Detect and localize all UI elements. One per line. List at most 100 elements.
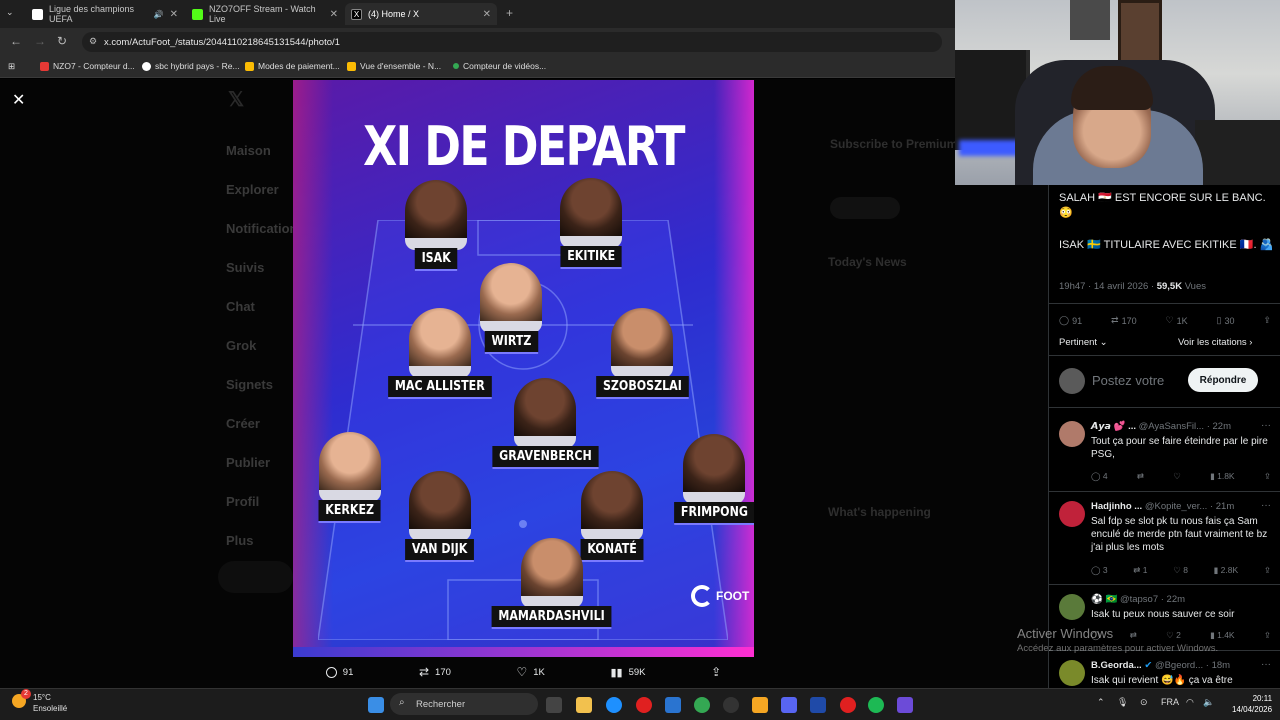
views-stat[interactable]: ▮ 1.8K bbox=[1210, 471, 1235, 482]
reply-icon: ◯ bbox=[1059, 315, 1070, 325]
volume-icon[interactable]: 🔈 bbox=[1203, 697, 1214, 708]
repost-action[interactable]: ⇄ 170 bbox=[419, 665, 451, 679]
view-count: 1.4K bbox=[1217, 630, 1235, 640]
audio-icon[interactable]: 🔊 bbox=[154, 10, 164, 19]
tab-ligue-champions[interactable]: Ligue des champions UEFA 🔊 ✕ bbox=[26, 3, 184, 25]
forward-icon[interactable]: → bbox=[34, 34, 46, 48]
reply-count: 4 bbox=[1102, 471, 1108, 481]
repost-stat[interactable]: ⇄ bbox=[1130, 630, 1137, 641]
post-detail-panel: SALAH 🇪🇬 EST ENCORE SUR LE BANC. 😳 ISAK … bbox=[1048, 185, 1280, 688]
reply-stat[interactable]: ◯ 3 bbox=[1091, 565, 1108, 576]
close-tab-icon[interactable]: ✕ bbox=[483, 9, 491, 20]
like-stat[interactable]: ♡ 2 bbox=[1166, 630, 1181, 641]
reply-icon bbox=[325, 666, 337, 678]
opera-gx-icon[interactable] bbox=[840, 697, 856, 713]
views-action[interactable]: ▮▮ 59K bbox=[610, 666, 645, 679]
edge-icon[interactable] bbox=[606, 697, 622, 713]
share-action[interactable]: ⇪ bbox=[711, 665, 721, 679]
bookmark-item[interactable]: NZO7 - Compteur d... bbox=[40, 61, 135, 71]
tray-chevron-icon[interactable]: ⌃ bbox=[1097, 697, 1105, 708]
like-stat[interactable]: ♡ bbox=[1173, 471, 1181, 482]
notification-badge: 2 bbox=[21, 689, 31, 699]
apps-icon[interactable]: ⊞ bbox=[8, 61, 15, 72]
microphone-icon[interactable]: 🎙 bbox=[1117, 697, 1128, 708]
sort-dropdown[interactable]: Pertinent ⌄ bbox=[1059, 337, 1108, 348]
reply-button[interactable]: Répondre bbox=[1188, 368, 1258, 392]
player-name: GRAVENBERCH bbox=[492, 446, 599, 469]
bookmark-stat[interactable]: ▯ 30 bbox=[1217, 315, 1235, 326]
wifi-icon[interactable]: ◠ bbox=[1186, 697, 1194, 708]
views-stat[interactable]: ▮ 1.4K bbox=[1210, 630, 1235, 641]
quotes-link[interactable]: Voir les citations › bbox=[1178, 337, 1252, 348]
bookmark-item[interactable]: sbc hybrid pays - Re... bbox=[142, 61, 240, 71]
tab-x-home[interactable]: X (4) Home / X ✕ bbox=[345, 3, 497, 25]
reply-time: · 18m bbox=[1205, 660, 1231, 671]
repost-count: 170 bbox=[1121, 315, 1137, 326]
divider bbox=[1049, 491, 1280, 492]
taskbar-search[interactable]: ⌕ Rechercher bbox=[390, 693, 538, 715]
player-name: FRIMPONG bbox=[674, 502, 754, 525]
reply-stat[interactable]: ◯ 4 bbox=[1091, 471, 1108, 482]
reply-text: Isak qui revient 😅🔥 ça va être bbox=[1091, 675, 1233, 686]
player-van-dijk: VAN DIJK bbox=[399, 471, 480, 562]
bookmark-item[interactable]: Compteur de vidéos... bbox=[453, 61, 546, 71]
lineup-image[interactable]: XI DE DEPART ISAK EKITIKE WIRTZ MAC ALLI… bbox=[293, 80, 754, 657]
tab-list-icon[interactable]: ⌄ bbox=[6, 7, 14, 18]
share-icon[interactable]: ⇪ bbox=[1264, 471, 1271, 482]
avatar bbox=[1059, 660, 1085, 686]
kick-favicon-icon bbox=[192, 8, 203, 20]
like-stat[interactable]: ♡ 8 bbox=[1173, 565, 1188, 576]
repost-stat[interactable]: ⇄ 1 bbox=[1133, 565, 1147, 576]
views-stat[interactable]: ▮ 2.8K bbox=[1214, 565, 1239, 576]
compose-reply-input[interactable]: Postez votre bbox=[1092, 373, 1164, 388]
player-photo bbox=[581, 471, 644, 541]
close-viewer-icon[interactable]: ✕ bbox=[12, 90, 25, 110]
bookmark-label: sbc hybrid pays - Re... bbox=[155, 61, 240, 71]
task-view-icon[interactable] bbox=[546, 697, 562, 713]
bookmark-label: Vue d'ensemble - N... bbox=[360, 61, 442, 71]
repost-stat[interactable]: ⇄ bbox=[1137, 471, 1144, 482]
more-options-icon[interactable]: ··· bbox=[1261, 500, 1271, 511]
windows-start-icon[interactable] bbox=[368, 697, 384, 713]
spotify-icon[interactable] bbox=[868, 697, 884, 713]
store-icon[interactable] bbox=[665, 697, 681, 713]
discord-icon[interactable] bbox=[781, 697, 797, 713]
reply-time: · 22m bbox=[1160, 594, 1186, 605]
app-icon[interactable] bbox=[723, 697, 739, 713]
location-icon[interactable]: ⊙ bbox=[1140, 697, 1148, 708]
bookmark-item[interactable]: Vue d'ensemble - N... bbox=[347, 61, 441, 71]
bookmark-item[interactable]: Modes de paiement... bbox=[245, 61, 340, 71]
new-tab-button[interactable]: + bbox=[506, 6, 513, 20]
address-bar[interactable]: ⚙ x.com/ActuFoot_/status/204411021864513… bbox=[82, 32, 942, 52]
app-icon[interactable] bbox=[752, 697, 768, 713]
like-stat[interactable]: ♡ 1K bbox=[1166, 315, 1188, 326]
reply-stat[interactable]: ◯ 91 bbox=[1059, 315, 1082, 326]
post-text-line2: ISAK 🇸🇪 TITULAIRE AVEC EKITIKE 🇫🇷. 🫂 bbox=[1059, 239, 1274, 251]
app-icon[interactable] bbox=[897, 697, 913, 713]
chrome-icon[interactable] bbox=[694, 697, 710, 713]
ea-icon[interactable] bbox=[810, 697, 826, 713]
tab-nzo7off-stream[interactable]: NZO7OFF Stream - Watch Live ✕ bbox=[186, 3, 344, 25]
reply-action[interactable]: 91 bbox=[325, 666, 353, 678]
share-icon[interactable]: ⇪ bbox=[1264, 565, 1271, 576]
tab-favicon-icon bbox=[32, 8, 43, 20]
reload-icon[interactable]: ↻ bbox=[57, 34, 67, 48]
more-options-icon[interactable]: ··· bbox=[1261, 420, 1271, 431]
back-icon[interactable]: ← bbox=[10, 34, 22, 48]
share-icon[interactable]: ⇪ bbox=[1264, 630, 1271, 641]
weather-widget[interactable]: 2 15°C Ensoleillé bbox=[12, 689, 67, 714]
divider bbox=[1049, 303, 1280, 304]
file-explorer-icon[interactable] bbox=[576, 697, 592, 713]
player-mamardashvili: MAMARDASHVILI bbox=[481, 538, 622, 629]
repost-stat[interactable]: ⇄ 170 bbox=[1111, 315, 1137, 326]
opera-icon[interactable] bbox=[636, 697, 652, 713]
close-tab-icon[interactable]: ✕ bbox=[170, 9, 178, 20]
more-options-icon[interactable]: ··· bbox=[1261, 659, 1271, 670]
language-indicator[interactable]: FRA bbox=[1161, 697, 1179, 707]
like-action[interactable]: ♡ 1K bbox=[516, 665, 544, 679]
system-clock[interactable]: 20:11 14/04/2026 bbox=[1232, 693, 1272, 715]
close-tab-icon[interactable]: ✕ bbox=[330, 9, 338, 20]
site-info-icon[interactable]: ⚙ bbox=[89, 36, 97, 47]
google-icon bbox=[142, 61, 151, 71]
share-stat[interactable]: ⇪ bbox=[1263, 315, 1271, 326]
